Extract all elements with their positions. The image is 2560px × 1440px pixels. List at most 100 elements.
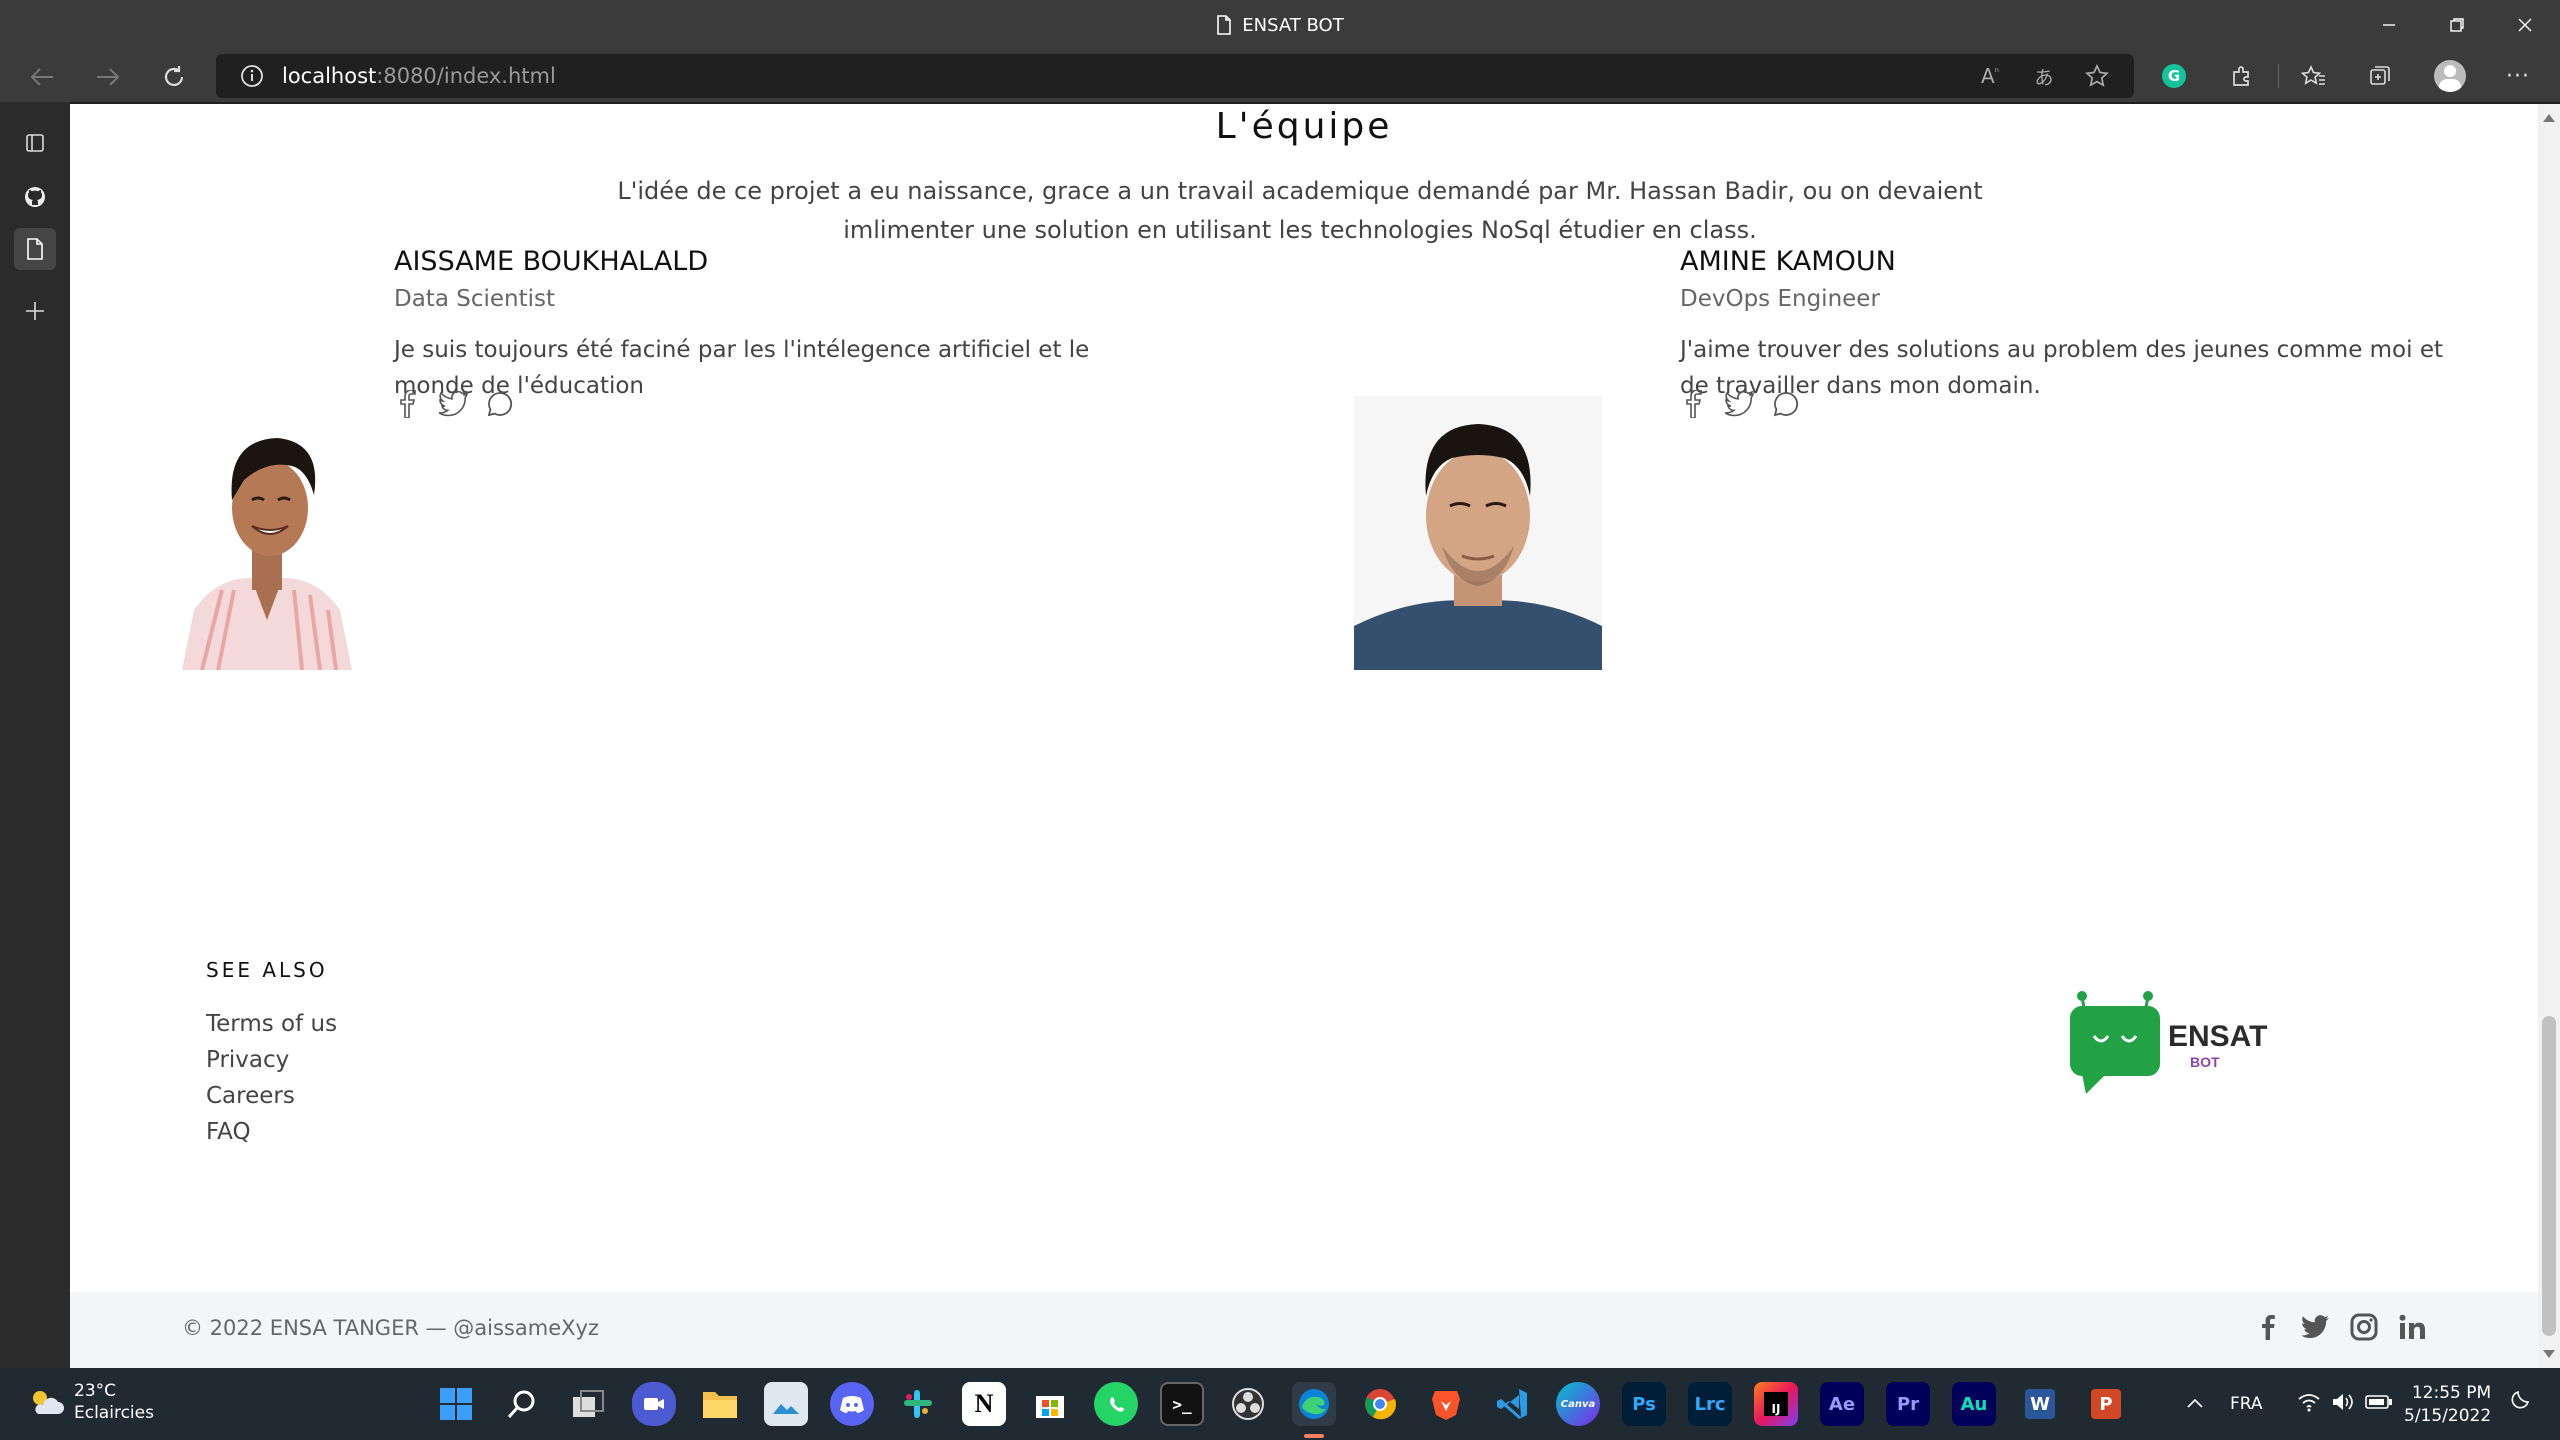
terminal-icon[interactable]: >_ [1160,1382,1204,1426]
volume-icon[interactable] [2331,1392,2355,1417]
member-photo [182,400,352,671]
notion-icon[interactable]: N [962,1382,1006,1426]
favorites-icon[interactable] [2294,58,2334,94]
more-menu-icon[interactable]: ··· [2498,58,2538,94]
footer-link-privacy[interactable]: Privacy [206,1042,337,1078]
footer-link-terms[interactable]: Terms of us [206,1006,337,1042]
restore-button[interactable] [2424,0,2490,50]
footer-link-careers[interactable]: Careers [206,1078,337,1114]
search-taskbar-button[interactable] [500,1382,544,1426]
document-icon [27,238,43,260]
extensions-icon[interactable] [2222,58,2262,94]
refresh-button[interactable] [154,60,194,94]
member-photo [1354,396,1602,670]
chat-icon[interactable] [1770,388,1802,420]
read-aloud-icon[interactable]: Aⁿ [1970,58,2010,94]
lightroom-classic-icon[interactable]: Lrc [1688,1382,1732,1426]
minimize-button[interactable] [2356,0,2422,50]
linkedin-icon[interactable] [2396,1310,2428,1344]
chrome-icon[interactable] [1358,1382,1402,1426]
footer-link-faq[interactable]: FAQ [206,1114,337,1150]
teams-chat-icon[interactable] [632,1382,676,1426]
obs-icon[interactable] [1226,1382,1270,1426]
slack-icon[interactable] [896,1382,940,1426]
scroll-down-arrow-icon[interactable] [2543,1350,2555,1358]
window-title-text: ENSAT BOT [1242,14,1344,36]
member-name: AISSAME BOUKHALALD [394,246,709,277]
footer-social-links [2252,1310,2428,1344]
add-favorite-icon[interactable] [2078,58,2118,94]
vertical-tabs-sidebar [0,102,70,1368]
page-scrollbar[interactable] [2538,104,2560,1368]
windows-taskbar: 23°C Eclaircies N >_ Canva Ps Lrc IJ Ae … [0,1368,2560,1440]
photos-app-icon[interactable] [764,1382,808,1426]
audition-icon[interactable]: Au [1952,1382,1996,1426]
member-social-links [1678,388,1802,420]
instagram-icon[interactable] [2348,1310,2380,1344]
file-explorer-icon[interactable] [698,1382,742,1426]
clock-time: 12:55 PM [2411,1383,2492,1403]
weather-temperature: 23°C [74,1381,117,1401]
tab-current-page[interactable] [14,228,56,270]
intellij-icon[interactable]: IJ [1754,1382,1798,1426]
discord-icon[interactable] [830,1382,874,1426]
collections-icon[interactable] [2360,58,2400,94]
scrollbar-thumb[interactable] [2542,1016,2556,1336]
scroll-up-arrow-icon[interactable] [2543,114,2555,122]
chevron-up-icon[interactable] [2186,1394,2204,1414]
task-view-button[interactable] [566,1382,610,1426]
logo-text-main: ENSAT [2168,1020,2268,1053]
see-also-heading: SEE ALSO [206,958,328,982]
url-text[interactable]: localhost:8080/index.html [282,64,556,88]
system-clock[interactable]: 12:55 PM 5/15/2022 [2404,1382,2491,1428]
word-icon[interactable]: W [2018,1382,2062,1426]
tab-github-icon[interactable] [14,176,56,218]
arrow-right-icon [97,68,120,86]
whatsapp-icon[interactable] [1094,1382,1138,1426]
vscode-icon[interactable] [1490,1382,1534,1426]
twitter-icon[interactable] [2300,1310,2332,1344]
forward-button[interactable] [88,60,128,94]
profile-avatar[interactable] [2430,58,2470,94]
team-section-title: L'équipe [1215,106,1393,147]
wifi-icon[interactable] [2297,1392,2321,1417]
copyright-text: © 2022 ENSA TANGER — @aissameXyz [182,1316,599,1340]
facebook-icon[interactable] [2252,1310,2284,1344]
translate-icon[interactable]: あ [2024,58,2064,94]
after-effects-icon[interactable]: Ae [1820,1382,1864,1426]
close-window-button[interactable] [2492,0,2558,50]
canva-icon[interactable]: Canva [1556,1382,1600,1426]
cloud-sun-icon [33,1391,64,1414]
member-name: AMINE KAMOUN [1680,246,1896,277]
facebook-icon[interactable] [1678,388,1710,420]
search-icon [507,1390,535,1418]
brave-icon[interactable] [1424,1382,1468,1426]
address-bar[interactable]: localhost:8080/index.html [216,54,2134,98]
edge-browser-icon[interactable] [1292,1382,1336,1426]
new-tab-button[interactable] [14,290,56,332]
battery-icon[interactable] [2364,1394,2393,1415]
notifications-icon[interactable] [2506,1390,2530,1420]
member-social-links [392,388,516,420]
ensat-bot-logo[interactable]: ENSAT BOT [2068,990,2268,1098]
info-icon [241,65,263,87]
language-indicator[interactable]: FRA [2230,1394,2263,1414]
twitter-icon[interactable] [438,388,470,420]
twitter-icon[interactable] [1724,388,1756,420]
logo-text-sub: BOT [2190,1054,2220,1070]
grammarly-icon[interactable]: G [2154,58,2194,94]
page-footer: © 2022 ENSA TANGER — @aissameXyz [70,1292,2538,1368]
arrow-left-icon [30,68,53,86]
facebook-icon[interactable] [392,388,424,420]
weather-widget[interactable]: 23°C Eclaircies [28,1380,154,1424]
microsoft-store-icon[interactable] [1028,1382,1072,1426]
plus-icon [26,302,44,320]
powerpoint-icon[interactable]: P [2084,1382,2128,1426]
start-button[interactable] [434,1382,478,1426]
photoshop-icon[interactable]: Ps [1622,1382,1666,1426]
active-app-indicator [1304,1434,1324,1438]
back-button[interactable] [22,60,62,94]
chat-icon[interactable] [484,388,516,420]
tab-actions-icon[interactable] [14,122,56,164]
premiere-pro-icon[interactable]: Pr [1886,1382,1930,1426]
